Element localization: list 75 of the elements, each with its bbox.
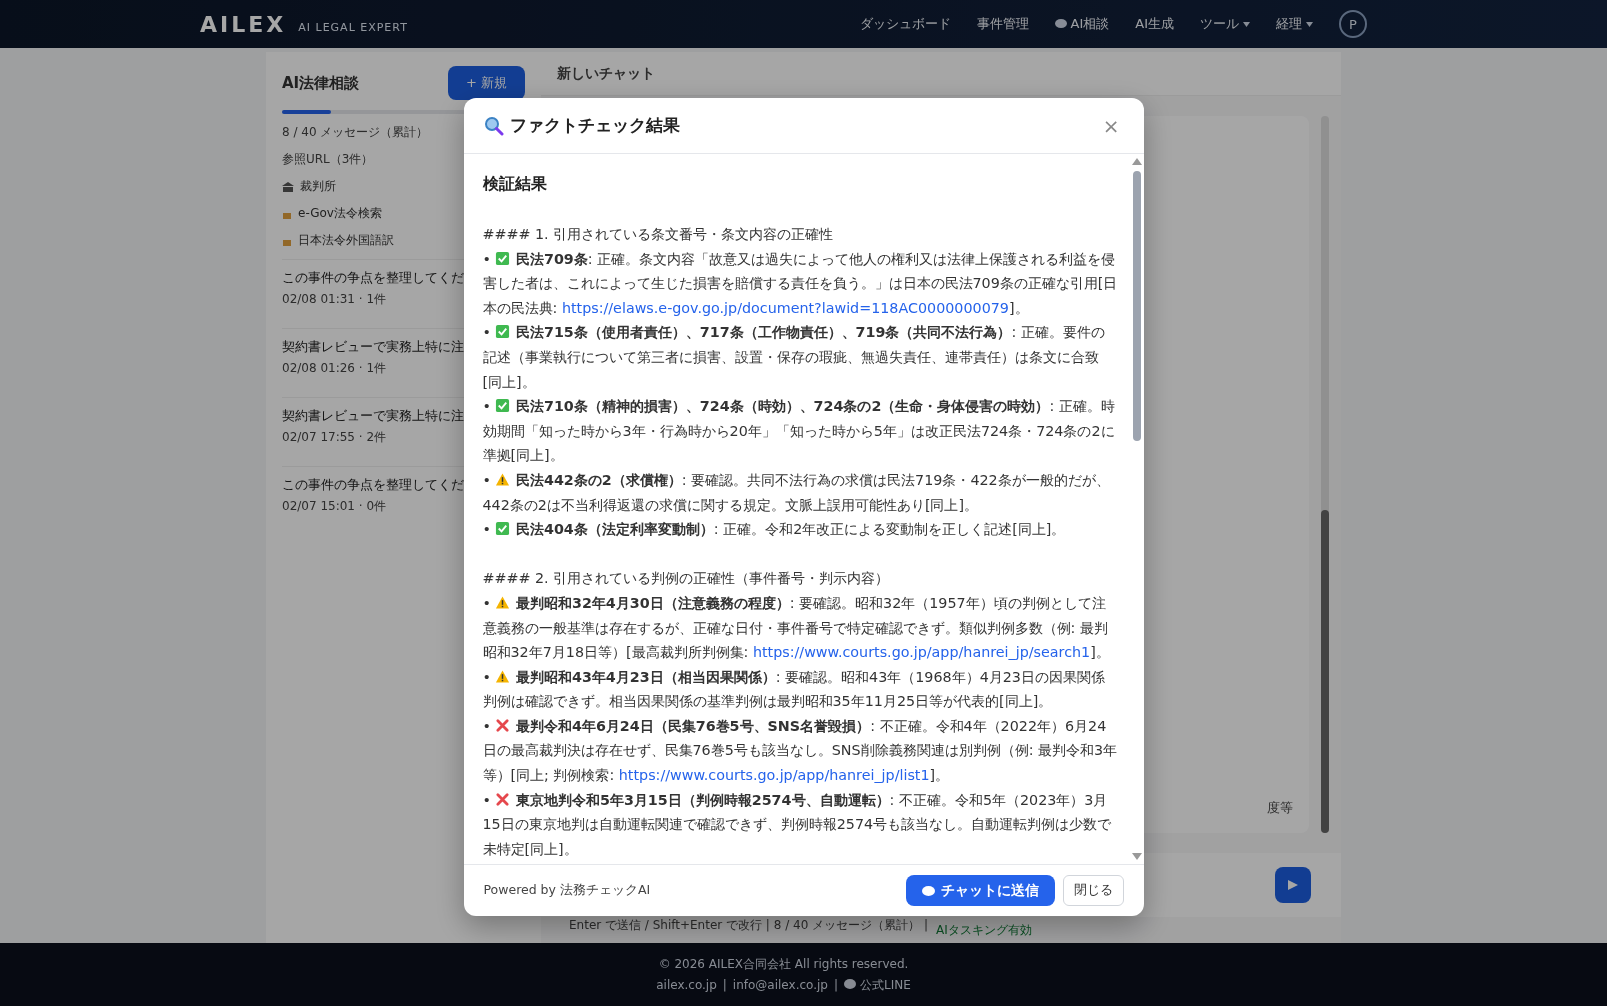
reference-link[interactable]: e-Gov法令検索 bbox=[282, 205, 382, 222]
message-text: 度等 bbox=[1267, 799, 1293, 817]
history-title[interactable]: この事件の争点を整理してくだ bbox=[282, 270, 464, 287]
chat-bubble-icon bbox=[921, 885, 935, 896]
chat-title: 新しいチャット bbox=[541, 52, 1341, 96]
footer-link[interactable]: 公式LINE bbox=[844, 976, 911, 994]
close-button[interactable]: × bbox=[1098, 113, 1124, 138]
fact-check-item: • 最判令和4年6月24日（民集76巻5号、SNS名誉毀損）: 不正確。令和4年（2022年）6月24日の最高裁判決は存在せず、民集76巻5号も該当なし。SNS削除義務関連は別判例（例: 最判令和3年等）[同上; 判例検索: https://www.courts.go.jp/app/hanrei_jp/list1]。 bbox=[482, 716, 1118, 786]
logo[interactable]: AILEX bbox=[200, 11, 287, 37]
scroll-up-arrow-icon[interactable] bbox=[1131, 158, 1142, 165]
caret-icon bbox=[1306, 21, 1313, 27]
separator: | bbox=[722, 978, 727, 992]
fact-check-item: • 最判昭和32年4月30日（注意義務の程度）: 要確認。昭和32年（1957年）頃の判例として注意義務の一般基準は存在するが、正確な日付・事件番号で特定確認できず。類似判例多数（例: 最判昭和32年7月18日等）[最高裁判所判例集: https://www.courts.go.jp/app/hanrei_jp/search1]。 bbox=[482, 593, 1111, 663]
references-title: 参照URL（3件） bbox=[282, 151, 374, 168]
section-heading: #### 1. 引用されている条文番号・条文内容の正確性 bbox=[482, 225, 835, 244]
nav-link[interactable]: ダッシュボード bbox=[859, 15, 951, 33]
scrollbar-thumb[interactable] bbox=[1132, 171, 1141, 441]
section-heading: #### 2. 引用されている判例の正確性（事件番号・判示内容） bbox=[482, 569, 891, 589]
separator: | bbox=[833, 978, 838, 992]
fact-check-item: • 東京地判令和5年3月15日（判例時報2574号、自動運転）: 不正確。令和5年（2023年）3月15日の東京地判は自動運転関連で確認できず、判例時報2574号も該当なし。自動運転判例は少数で未特定[同上]。 bbox=[482, 790, 1113, 859]
cross-icon bbox=[494, 791, 510, 807]
warning-icon bbox=[494, 594, 510, 610]
source-link[interactable]: https://elaws.e-gov.go.jp/document?lawid=118AC0000000079 bbox=[561, 299, 1009, 316]
checkmark-icon bbox=[494, 250, 510, 266]
checkmark-icon bbox=[494, 521, 510, 537]
history-meta: 02/07 17:55 · 2件 bbox=[282, 429, 387, 446]
nav-link[interactable]: AI相談 bbox=[1054, 15, 1110, 33]
fact-check-item: • 民法710条（精神的損害）、724条（時効）、724条の2（生命・身体侵害の時効）: 正確。時効期間「知った時から3年・行為時から20年」「知った時から5年」は改正民法724条・724条の2に準拠[同上]。 bbox=[482, 397, 1116, 466]
scroll-down-arrow-icon[interactable] bbox=[1131, 853, 1142, 860]
source-link[interactable]: https://www.courts.go.jp/app/hanrei_jp/list1 bbox=[618, 767, 930, 784]
powered-by-text: Powered by 法務チェックAI bbox=[483, 882, 651, 899]
fact-check-item: • 民法715条（使用者責任）、717条（工作物責任）、719条（共同不法行為）: 正確。要件の記述（事業執行について第三者に損害、設置・保存の瑕疵、無過失責任、連帯責任）は条文に合致[同上]。 bbox=[482, 323, 1106, 392]
usage-text: 8 / 40 メッセージ（累計） bbox=[282, 124, 429, 141]
sidebar-title: AI法律相談 bbox=[282, 73, 360, 93]
warning-icon bbox=[494, 668, 510, 684]
nav-link[interactable]: AI生成 bbox=[1135, 15, 1174, 33]
nav-link[interactable]: 事件管理 bbox=[976, 15, 1029, 33]
history-title[interactable]: 契約書レビューで実務上特に注 bbox=[282, 339, 464, 356]
send-button[interactable] bbox=[1275, 867, 1311, 903]
history-meta: 02/07 15:01 · 0件 bbox=[282, 498, 387, 515]
send-to-chat-button[interactable]: チャットに送信 bbox=[905, 875, 1055, 906]
cross-icon bbox=[494, 717, 510, 733]
logo-tagline: AI LEGAL EXPERT bbox=[298, 20, 408, 34]
chat-bubble-icon bbox=[844, 978, 856, 989]
search-icon bbox=[483, 115, 504, 136]
history-meta: 02/08 01:31 · 1件 bbox=[282, 291, 387, 308]
reference-link[interactable]: 裁判所 bbox=[282, 178, 336, 195]
play-icon bbox=[1287, 879, 1299, 891]
new-chat-button[interactable]: + 新規 bbox=[447, 66, 525, 100]
status-text: AIタスキング有効 bbox=[935, 921, 1032, 939]
nav-link[interactable]: ツール bbox=[1200, 15, 1250, 33]
chat-bubble-icon bbox=[1054, 19, 1067, 29]
nav-link[interactable]: 経理 bbox=[1276, 15, 1313, 33]
fact-check-item: • 民法404条（法定利率変動制）: 正確。令和2年改正による変動制を正しく記述[同上]。 bbox=[482, 520, 1067, 540]
source-link[interactable]: https://www.courts.go.jp/app/hanrei_jp/search1 bbox=[752, 644, 1091, 661]
checkmark-icon bbox=[494, 398, 510, 414]
input-hint: Enter で送信 / Shift+Enter で改行 | 8 / 40 メッセージ（累計） | bbox=[569, 917, 928, 934]
dialog-title: ファクトチェック結果 bbox=[509, 114, 680, 137]
fact-check-item: • 民法709条: 正確。条文内容「故意又は過失によって他人の権利又は法律上保護される利益を侵害した者は、これによって生じた損害を賠償する責任を負う。」は日本の民法709条の正確な引用[日本の民法典: https://elaws.e-gov.go.jp/document?lawid=118AC0000000079]。 bbox=[482, 249, 1118, 318]
user-avatar[interactable]: P bbox=[1339, 10, 1367, 38]
close-dialog-button[interactable]: 閉じる bbox=[1062, 875, 1124, 906]
caret-icon bbox=[1243, 21, 1250, 27]
history-title[interactable]: この事件の争点を整理してくだ bbox=[282, 477, 464, 494]
building-icon bbox=[282, 181, 294, 192]
result-heading: 検証結果 bbox=[482, 174, 548, 195]
fact-check-item: • 最判昭和43年4月23日（相当因果関係）: 要確認。昭和43年（1968年）4月23日の因果関係判例は確認できず。相当因果関係の基準判例は最判昭和35年11月25日等が代表的[同上]。 bbox=[482, 667, 1106, 712]
footer-link[interactable]: info@ailex.co.jp bbox=[732, 978, 828, 992]
warning-icon bbox=[494, 471, 510, 487]
history-meta: 02/08 01:26 · 1件 bbox=[282, 360, 387, 377]
history-title[interactable]: 契約書レビューで実務上特に注 bbox=[282, 408, 464, 425]
reference-link[interactable]: 日本法令外国語訳 bbox=[282, 232, 394, 249]
footer-link[interactable]: ailex.co.jp bbox=[656, 978, 717, 992]
copyright: © 2026 AILEX合同会社 All rights reserved. bbox=[658, 955, 909, 973]
fact-check-item: • 民法442条の2（求償権）: 要確認。共同不法行為の求償は民法719条・422条が一般的だが、442条の2は不当利得返還の求償に関する規定。文脈上誤用可能性あり[同上]。 bbox=[482, 470, 1111, 515]
checkmark-icon bbox=[494, 324, 510, 340]
